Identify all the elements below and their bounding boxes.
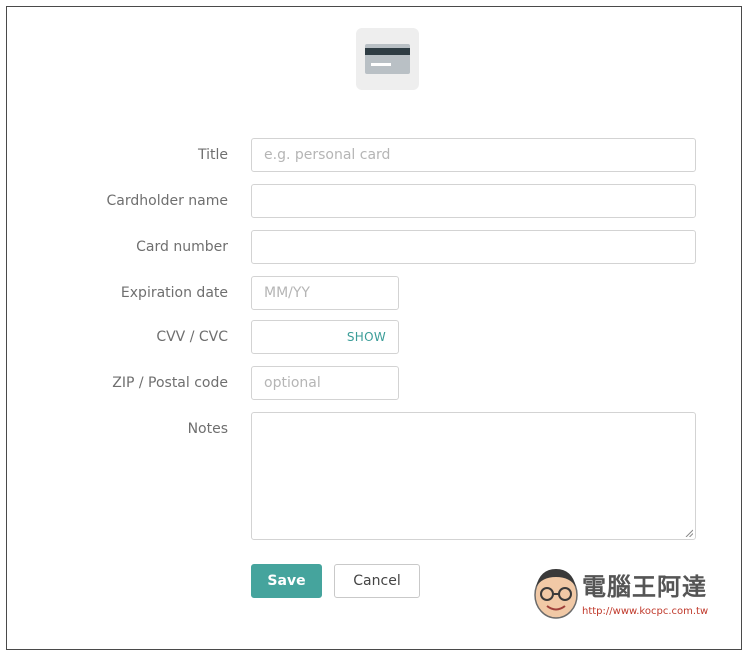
save-button[interactable]: Save	[251, 564, 322, 598]
cvv-input[interactable]: SHOW	[251, 320, 399, 354]
card-number-label: Card number	[136, 239, 228, 255]
cvv-label: CVV / CVC	[156, 329, 228, 345]
card-number-input[interactable]	[251, 230, 696, 264]
notes-textarea[interactable]	[251, 412, 696, 540]
title-placeholder: e.g. personal card	[264, 147, 391, 163]
zip-placeholder: optional	[264, 375, 321, 391]
cardholder-name-label: Cardholder name	[106, 193, 229, 209]
watermark-url: http://www.kocpc.com.tw	[582, 606, 709, 617]
notes-label: Notes	[187, 421, 228, 437]
credit-card-icon	[356, 28, 419, 90]
zip-label: ZIP / Postal code	[112, 375, 228, 391]
cvv-show-toggle[interactable]: SHOW	[347, 321, 386, 353]
mascot-face-icon	[534, 569, 578, 619]
title-label: Title	[197, 147, 228, 163]
zip-input[interactable]: optional	[251, 366, 399, 400]
watermark: 電腦王阿達 http://www.kocpc.com.tw	[530, 565, 735, 625]
title-input[interactable]: e.g. personal card	[251, 138, 696, 172]
watermark-title: 電腦王阿達	[582, 573, 707, 601]
expiration-date-label: Expiration date	[120, 285, 228, 301]
cancel-button[interactable]: Cancel	[334, 564, 420, 598]
expiration-date-input[interactable]: MM/YY	[251, 276, 399, 310]
expiration-date-placeholder: MM/YY	[264, 285, 310, 301]
cardholder-name-input[interactable]	[251, 184, 696, 218]
resize-grip-icon[interactable]	[685, 529, 693, 537]
